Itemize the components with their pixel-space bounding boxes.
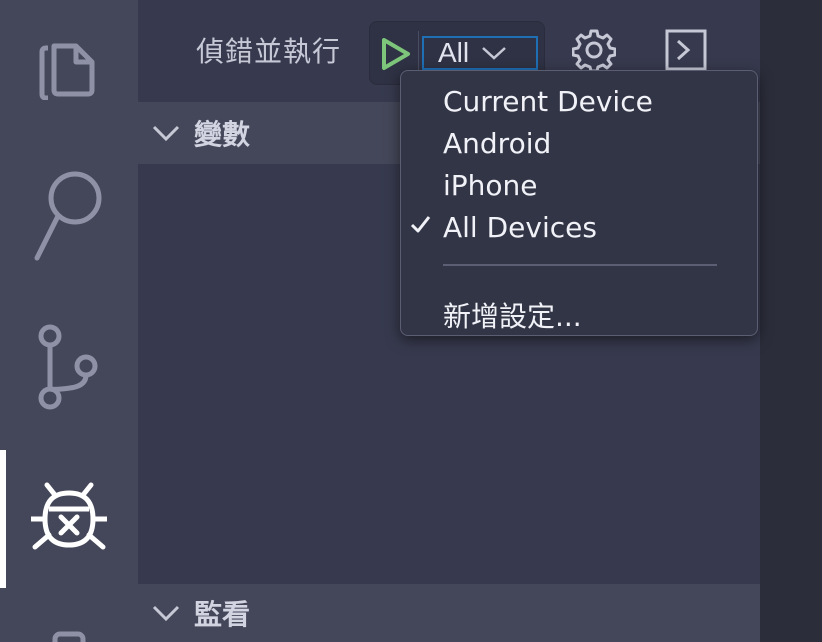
start-debugging-button[interactable]	[378, 34, 414, 74]
menu-item[interactable]: Android	[401, 119, 759, 161]
watch-section-header[interactable]: 監看	[138, 584, 760, 642]
source-control-button[interactable]	[0, 306, 138, 426]
config-select-value: All	[438, 37, 470, 68]
run-separator	[418, 31, 419, 75]
menu-item[interactable]: iPhone	[401, 161, 759, 203]
editor-edge	[760, 0, 822, 642]
add-configuration-item[interactable]: 新增設定...	[401, 287, 759, 333]
extensions-icon	[52, 631, 86, 642]
search-icon	[34, 171, 102, 261]
explorer-button[interactable]	[0, 4, 138, 124]
explorer-icon	[39, 43, 95, 100]
chevron-down-icon	[482, 47, 506, 60]
extensions-button[interactable]	[0, 600, 138, 642]
chevron-down-icon	[152, 605, 180, 622]
gear-icon	[571, 29, 617, 73]
search-button[interactable]	[0, 154, 138, 274]
menu-item-selected[interactable]: All Devices	[401, 203, 759, 245]
checkmark-icon	[410, 216, 431, 233]
section-title: 監看	[194, 598, 251, 631]
debug-view-title: 偵錯並執行	[196, 35, 342, 68]
menu-item[interactable]: Current Device	[401, 77, 759, 119]
config-select[interactable]: All	[422, 36, 538, 70]
chevron-down-icon	[152, 125, 180, 142]
terminal-icon	[665, 29, 707, 71]
config-dropdown-menu: Current Device Android iPhone All Device…	[400, 70, 758, 336]
activity-bar	[0, 0, 138, 642]
source-control-icon	[38, 324, 98, 410]
debug-button[interactable]	[0, 450, 138, 588]
debug-icon	[31, 482, 107, 550]
section-title: 變數	[194, 118, 251, 151]
menu-separator	[443, 264, 717, 266]
run-icon	[382, 38, 410, 70]
